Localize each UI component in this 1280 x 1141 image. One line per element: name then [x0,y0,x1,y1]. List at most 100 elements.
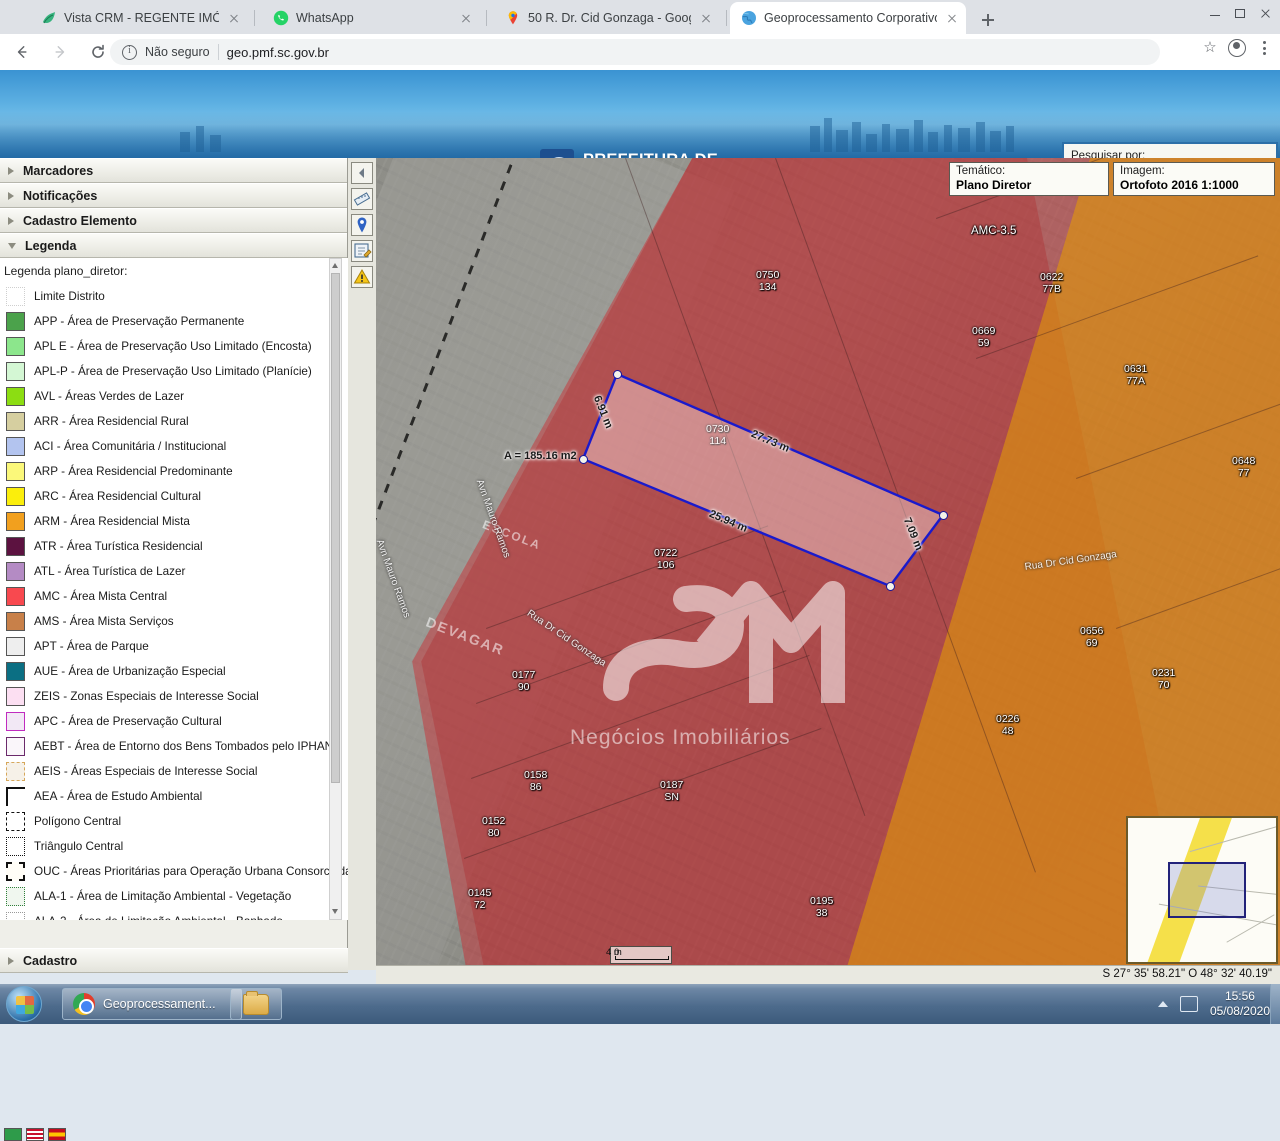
network-icon[interactable] [1180,996,1198,1012]
sidebar-section-notificacoes[interactable]: Notificações [0,183,347,208]
legend-item[interactable]: Polígono Central [0,809,348,834]
legend-item-label: Limite Distrito [34,290,105,303]
legend-item[interactable]: ARM - Área Residencial Mista [0,509,348,534]
legend-item[interactable]: ATL - Área Turística de Lazer [0,559,348,584]
legend-swatch [6,687,25,706]
thematic-value: Plano Diretor [956,178,1102,192]
vertex-handle[interactable] [613,370,622,379]
legend-item[interactable]: AMC - Área Mista Central [0,584,348,609]
sidebar-section-cadastro-elemento[interactable]: Cadastro Elemento [0,208,347,233]
legend-swatch [6,337,25,356]
edit-note-icon[interactable] [351,240,373,262]
legend-item[interactable]: ACI - Área Comunitária / Institucional [0,434,348,459]
browser-tab-3[interactable]: 50 R. Dr. Cid Gonzaga - Google M [494,2,720,34]
leaf-icon [41,10,57,26]
legend-item-label: AMC - Área Mista Central [34,590,167,603]
legend-item-label: APT - Área de Parque [34,640,149,653]
show-hidden-icons-icon[interactable] [1158,1001,1168,1007]
taskbar-item-chrome[interactable]: Geoprocessament... [62,988,242,1020]
maximize-button[interactable] [1229,4,1251,22]
legend-item[interactable]: AVL - Áreas Verdes de Lazer [0,384,348,409]
browser-tab-1[interactable]: Vista CRM - REGENTE IMÓVEIS [30,2,248,34]
legend-item-label: ALA-1 - Área de Limitação Ambiental - Ve… [34,890,291,903]
back-button[interactable] [6,36,38,68]
side-tool-rail [348,158,376,970]
close-icon[interactable] [944,10,960,26]
new-tab-button[interactable] [975,7,1001,33]
kebab-menu-icon[interactable] [1256,40,1272,56]
legend-swatch [6,887,25,906]
clock-time: 15:56 [1210,989,1270,1004]
map-canvas[interactable]: Negócios Imobiliários DEVAGAR ESCOLA Avn… [376,158,1280,970]
overview-minimap[interactable] [1126,816,1278,964]
legend-item[interactable]: AMS - Área Mista Serviços [0,609,348,634]
vertex-handle[interactable] [886,582,895,591]
marker-pin-icon[interactable] [351,214,373,236]
legend-item[interactable]: ARC - Área Residencial Cultural [0,484,348,509]
close-icon[interactable] [458,10,474,26]
flag-usa-icon[interactable] [26,1128,44,1141]
taskbar-item-explorer[interactable] [230,988,282,1020]
close-icon[interactable] [698,10,714,26]
avatar-icon[interactable] [1228,39,1246,57]
legend-item[interactable]: ZEIS - Zonas Especiais de Interesse Soci… [0,684,348,709]
clock[interactable]: 15:56 05/08/2020 [1210,989,1270,1019]
warning-icon[interactable] [351,266,373,288]
legend-swatch [6,662,25,681]
legend-item[interactable]: AEA - Área de Estudo Ambiental [0,784,348,809]
sidebar-section-marcadores[interactable]: Marcadores [0,158,347,183]
sidebar-section-legenda[interactable]: Legenda [0,233,347,258]
legend-item[interactable]: AUE - Área de Urbanização Especial [0,659,348,684]
legend-item[interactable]: APP - Área de Preservação Permanente [0,309,348,334]
legend-item[interactable]: APL E - Área de Preservação Uso Limitado… [0,334,348,359]
legend-item-label: ALA-2 - Área de Limitação Ambiental - Ba… [34,915,283,920]
browser-tab-4[interactable]: Geoprocessamento Corporativo [730,2,966,34]
measure-area-label: A = 185.16 m2 [504,450,577,462]
scroll-up-icon[interactable] [331,260,340,272]
ruler-icon[interactable] [351,188,373,210]
browser-tab-2[interactable]: WhatsApp [262,2,480,34]
address-bar[interactable]: Não seguro geo.pmf.sc.gov.br [110,39,1160,65]
legend-item[interactable]: ATR - Área Turística Residencial [0,534,348,559]
legend-item-label: APL-P - Área de Preservação Uso Limitado… [34,365,312,378]
url-text: geo.pmf.sc.gov.br [227,45,329,60]
close-icon[interactable] [226,10,242,26]
legend-item[interactable]: ARP - Área Residencial Predominante [0,459,348,484]
image-info-box: Imagem: Ortofoto 2016 1:1000 [1113,162,1275,196]
close-button[interactable] [1254,4,1276,22]
omnibox-divider [218,44,219,60]
vertex-handle[interactable] [579,455,588,464]
legend-item[interactable]: Limite Distrito [0,284,348,309]
flag-spain-icon[interactable] [48,1128,66,1141]
search-label: Pesquisar por: [1071,150,1269,158]
scrollbar-thumb[interactable] [331,273,340,783]
collapse-icon[interactable] [351,162,373,184]
legend-item[interactable]: AEBT - Área de Entorno dos Bens Tombados… [0,734,348,759]
legend-list[interactable]: Limite Distrito APP - Área de Preservação… [0,284,348,920]
legend-item[interactable]: ALA-1 - Área de Limitação Ambiental - Ve… [0,884,348,909]
legend-item[interactable]: ALA-2 - Área de Limitação Ambiental - Ba… [0,909,348,920]
start-button[interactable] [6,986,42,1022]
legend-item[interactable]: OUC - Áreas Prioritárias para Operação U… [0,859,348,884]
thematic-info-box: Temático: Plano Diretor [949,162,1109,196]
legend-swatch [6,537,25,556]
forward-button[interactable] [44,36,76,68]
image-label: Imagem: [1120,165,1268,178]
flag-brazil-icon[interactable] [4,1128,22,1141]
legend-scrollbar[interactable] [329,258,342,920]
legend-item[interactable]: APC - Área de Preservação Cultural [0,709,348,734]
vertex-handle[interactable] [939,511,948,520]
show-desktop-button[interactable] [1270,984,1280,1024]
sidebar-section-cadastro[interactable]: Cadastro [0,948,348,973]
legend-item[interactable]: APT - Área de Parque [0,634,348,659]
overview-viewport-rect[interactable] [1168,862,1246,918]
legend-item[interactable]: AEIS - Áreas Especiais de Interesse Soci… [0,759,348,784]
scroll-down-icon[interactable] [331,906,340,918]
minimize-button[interactable] [1204,4,1226,22]
legend-item[interactable]: ARR - Área Residencial Rural [0,409,348,434]
legend-swatch [6,787,25,806]
legend-item[interactable]: APL-P - Área de Preservação Uso Limitado… [0,359,348,384]
legend-item-label: AMS - Área Mista Serviços [34,615,174,628]
star-icon[interactable]: ☆ [1202,40,1218,56]
legend-item[interactable]: Triângulo Central [0,834,348,859]
